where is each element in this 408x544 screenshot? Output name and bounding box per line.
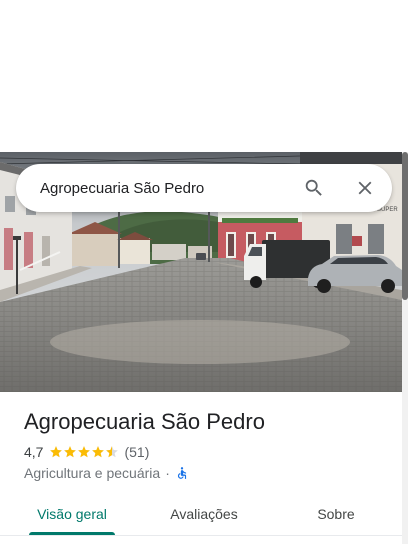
close-icon: [358, 181, 372, 195]
separator-dot: ·: [165, 465, 170, 481]
tab-label: Sobre: [317, 506, 355, 522]
tab-divider: [0, 535, 402, 536]
rating-stars: [49, 445, 119, 459]
star-icon: [63, 445, 77, 459]
tab-label: Avaliações: [170, 506, 238, 522]
search-box: [16, 164, 392, 212]
star-icon: [105, 445, 119, 459]
tab-bar: Visão geral Avaliações Sobre: [6, 493, 402, 535]
category-row: Agricultura e pecuária ·: [24, 463, 189, 483]
star-icon: [77, 445, 91, 459]
star-icon: [49, 445, 63, 459]
search-button[interactable]: [302, 176, 326, 200]
rating-row: 4,7 (51): [24, 442, 149, 462]
rating-value: 4,7: [24, 444, 44, 460]
clear-search-button[interactable]: [353, 176, 377, 200]
star-icon: [91, 445, 105, 459]
search-icon: [305, 179, 322, 196]
tab-overview[interactable]: Visão geral: [6, 493, 138, 535]
scrollbar-thumb[interactable]: [402, 152, 408, 300]
place-title: Agropecuaria São Pedro: [24, 409, 265, 434]
place-category[interactable]: Agricultura e pecuária: [24, 463, 160, 483]
review-count-link[interactable]: (51): [124, 442, 149, 462]
tab-about[interactable]: Sobre: [270, 493, 402, 535]
scrollbar[interactable]: [402, 152, 408, 544]
search-input[interactable]: [40, 164, 280, 212]
wheelchair-icon[interactable]: [175, 466, 189, 480]
tab-label: Visão geral: [37, 506, 107, 522]
tab-reviews[interactable]: Avaliações: [138, 493, 270, 535]
